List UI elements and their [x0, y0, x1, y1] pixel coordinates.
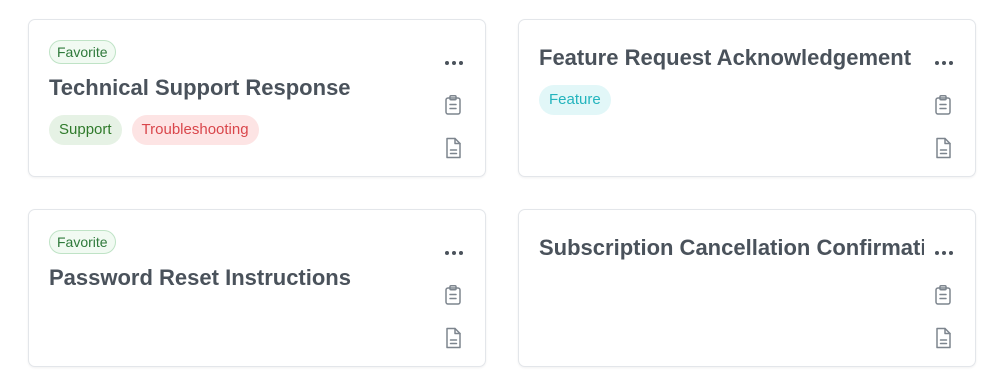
more-horizontal-icon [445, 251, 449, 255]
clipboard-icon [935, 95, 951, 115]
more-dot [459, 61, 463, 65]
template-card[interactable]: Favorite Password Reset Instructions [28, 209, 486, 367]
clipboard-icon [445, 285, 461, 305]
more-dot [452, 61, 456, 65]
document-button[interactable] [933, 137, 953, 159]
copy-button[interactable] [933, 284, 953, 306]
favorite-badge: Favorite [49, 230, 116, 254]
more-dot [949, 61, 953, 65]
more-dot [949, 251, 953, 255]
tag-support[interactable]: Support [49, 115, 122, 145]
clipboard-icon [445, 95, 461, 115]
document-icon [936, 327, 951, 349]
document-icon [446, 137, 461, 159]
card-title: Feature Request Acknowledgement [539, 45, 912, 70]
copy-button[interactable] [443, 284, 463, 306]
more-horizontal-icon [935, 251, 939, 255]
more-horizontal-icon [445, 61, 449, 65]
more-options-button[interactable] [933, 56, 955, 70]
card-title: Password Reset Instructions [49, 265, 351, 290]
copy-button[interactable] [443, 94, 463, 116]
tag-list: Support Troubleshooting [49, 115, 259, 145]
template-card[interactable]: Subscription Cancellation Confirmation [518, 209, 976, 367]
document-button[interactable] [443, 137, 463, 159]
document-icon [446, 327, 461, 349]
tag-troubleshooting[interactable]: Troubleshooting [131, 115, 259, 145]
clipboard-icon [935, 285, 951, 305]
template-card[interactable]: Feature Request Acknowledgement Feature [518, 19, 976, 177]
copy-button[interactable] [933, 94, 953, 116]
tag-feature[interactable]: Feature [539, 85, 611, 115]
template-card[interactable]: Favorite Technical Support Response Supp… [28, 19, 486, 177]
more-options-button[interactable] [443, 246, 465, 260]
document-icon [936, 137, 951, 159]
card-title: Subscription Cancellation Confirmation [539, 235, 924, 260]
more-dot [452, 251, 456, 255]
more-options-button[interactable] [443, 56, 465, 70]
document-button[interactable] [933, 327, 953, 349]
more-dot [942, 61, 946, 65]
document-button[interactable] [443, 327, 463, 349]
more-dot [942, 251, 946, 255]
favorite-badge: Favorite [49, 40, 116, 64]
more-options-button[interactable] [933, 246, 955, 260]
card-title: Technical Support Response [49, 75, 351, 100]
more-dot [459, 251, 463, 255]
tag-list: Feature [539, 85, 611, 115]
more-horizontal-icon [935, 61, 939, 65]
